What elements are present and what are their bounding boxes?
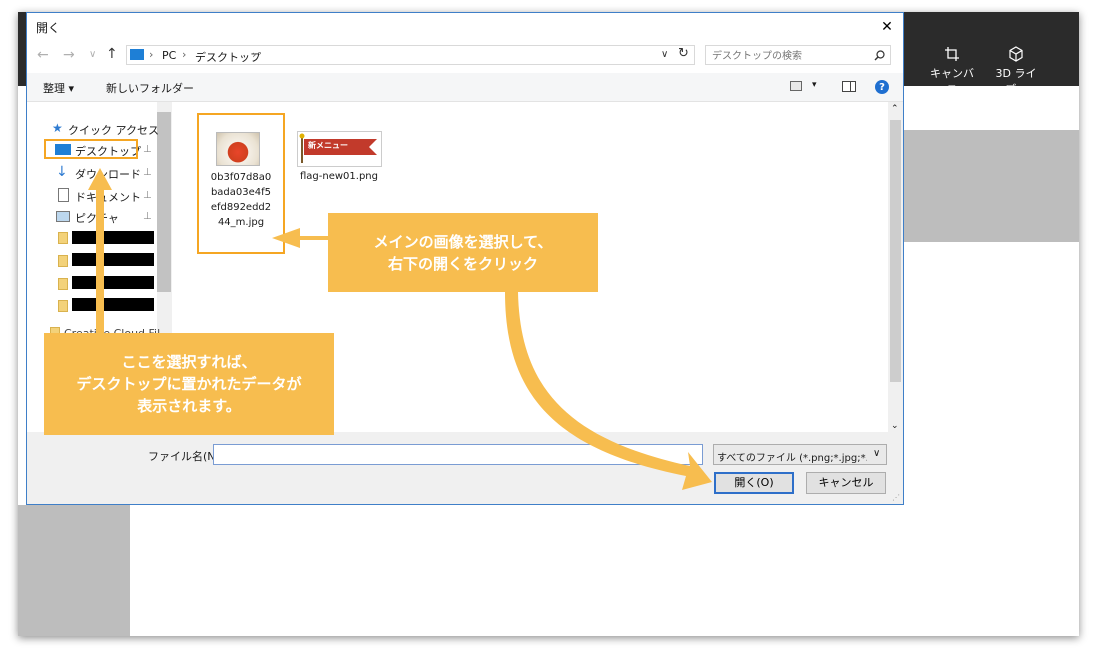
callout-line: メインの画像を選択して、 xyxy=(373,232,553,251)
callout-line: 右下の開くをクリック xyxy=(387,254,538,273)
callout-line: 表示されます。 xyxy=(137,397,241,415)
callout-line: ここを選択すれば、 xyxy=(121,353,257,371)
callout-select-image: メインの画像を選択して、 右下の開くをクリック xyxy=(328,213,598,292)
callout-line: デスクトップに置かれたデータが xyxy=(76,375,302,393)
callout-desktop-hint: ここを選択すれば、 デスクトップに置かれたデータが 表示されます。 xyxy=(44,333,334,435)
arrow-to-desktop xyxy=(88,168,112,335)
annotation-arrows xyxy=(88,168,712,490)
arrow-to-open-button xyxy=(505,292,712,490)
arrow-to-file xyxy=(272,228,330,248)
